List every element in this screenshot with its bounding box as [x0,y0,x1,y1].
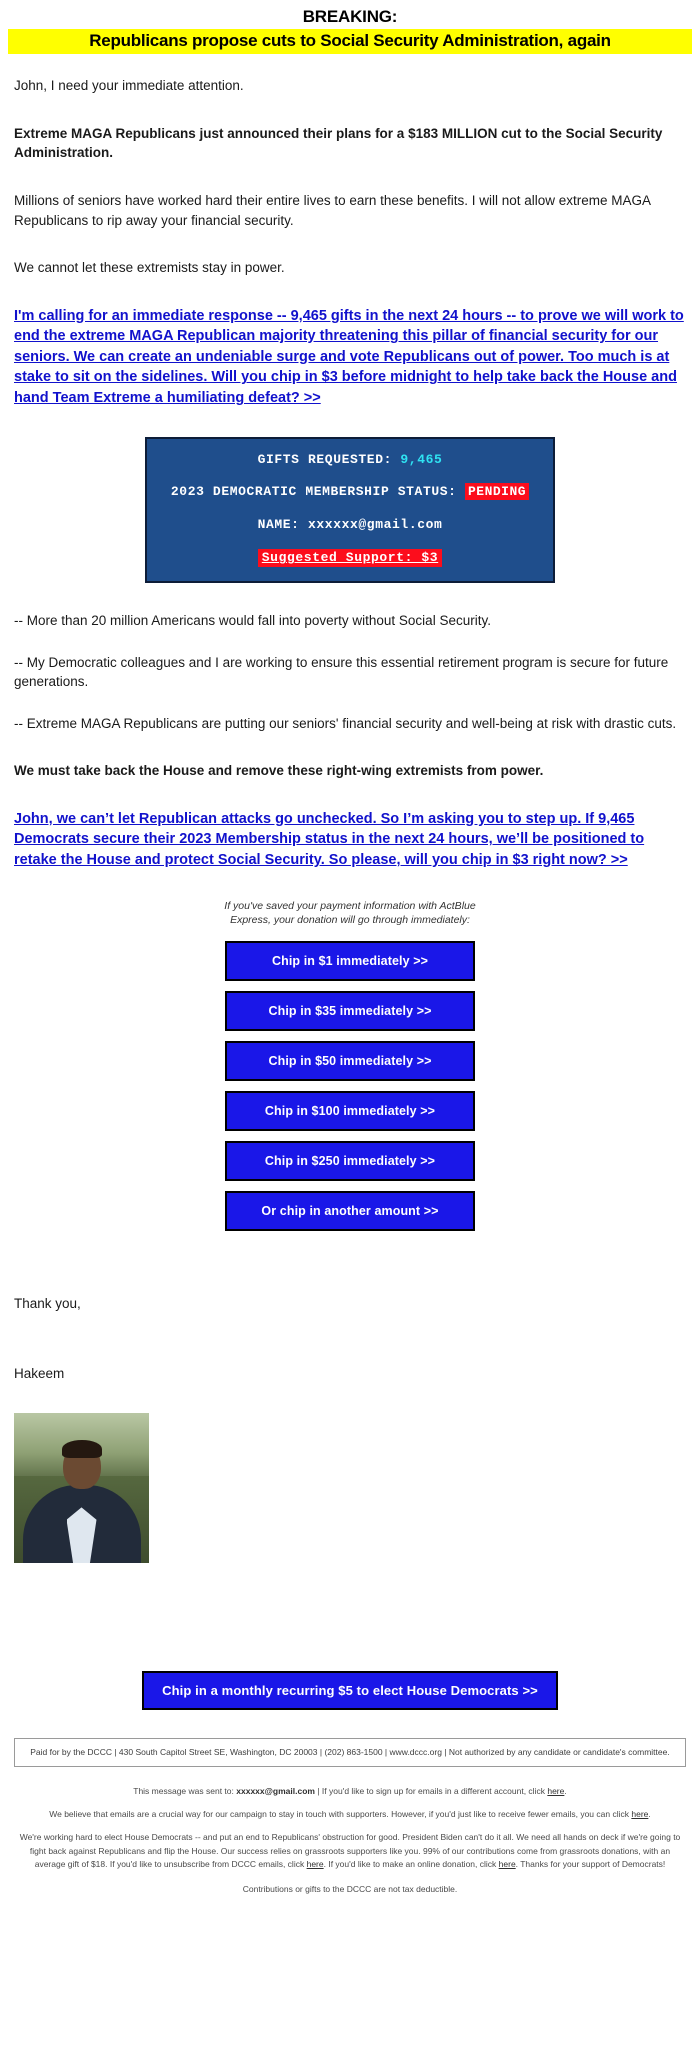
mission-text-c: . Thanks for your support of Democrats! [515,1858,666,1869]
tax-note: Contributions or gifts to the DCCC are n… [242,1883,458,1894]
sent-to-line: This message was sent to: xxxxxx@gmail.c… [14,1785,686,1798]
recurring-donation-block: Chip in a monthly recurring $5 to elect … [0,1671,700,1711]
footer-fine-print: This message was sent to: xxxxxx@gmail.c… [14,1785,686,1896]
extremists-paragraph: We cannot let these extremists stay in p… [14,260,285,276]
sent-to-period: . [564,1786,567,1797]
express-note-line-2: Express, your donation will go through i… [230,913,470,926]
fewer-emails-period: . [648,1809,651,1820]
lede-paragraph: Extreme MAGA Republicans just announced … [14,125,663,161]
photo-hair [61,1440,102,1459]
donate-button-50[interactable]: Chip in $50 immediately >> [225,1040,475,1081]
sent-to-email: xxxxxx@gmail.com [236,1786,315,1797]
signoff-block: Thank you, Hakeem [0,1294,700,1384]
seniors-paragraph: Millions of seniors have worked hard the… [14,193,651,228]
status-badge: PENDING [464,483,530,501]
sent-to-prefix: This message was sent to: [133,1786,234,1797]
fewer-emails-link[interactable]: here [631,1809,648,1819]
thank-you-text: Thank you, [14,1296,81,1312]
gifts-requested-label: GIFTS REQUESTED: [257,451,392,467]
fewer-emails-text: We believe that emails are a crucial way… [49,1809,629,1820]
membership-status-label: 2023 DEMOCRATIC MEMBERSHIP STATUS: [170,484,457,500]
sender-photo [14,1413,149,1564]
paid-for-disclaimer: Paid for by the DCCC | 430 South Capitol… [14,1738,686,1768]
recurring-donate-button[interactable]: Chip in a monthly recurring $5 to elect … [142,1671,558,1711]
different-account-link[interactable]: here [547,1786,564,1796]
gifts-requested-value: 9,465 [400,451,443,467]
bullet-colleagues: -- My Democratic colleagues and I are wo… [14,654,669,690]
suggested-support-badge: Suggested Support: $3 [257,549,443,567]
suggested-support-row: Suggested Support: $3 [157,549,543,567]
primary-ask-link[interactable]: I'm calling for an immediate response --… [14,306,686,409]
donate-button-other[interactable]: Or chip in another amount >> [225,1190,475,1231]
donate-button-100[interactable]: Chip in $100 immediately >> [225,1090,475,1131]
mission-text-b: . If you'd like to make an online donati… [323,1858,497,1869]
membership-status-box: GIFTS REQUESTED: 9,465 2023 DEMOCRATIC M… [145,436,555,583]
breaking-label: BREAKING: [302,7,398,26]
mission-block: We're working hard to elect House Democr… [14,1831,686,1871]
express-note-line-1: If you've saved your payment information… [224,899,476,912]
name-label: NAME: [257,516,300,532]
gifts-requested-row: GIFTS REQUESTED: 9,465 [157,452,543,468]
donate-button-1[interactable]: Chip in $1 immediately >> [225,940,475,981]
signature-name: Hakeem [14,1365,65,1381]
actblue-express-note: If you've saved your payment information… [0,899,700,927]
donate-button-35[interactable]: Chip in $35 immediately >> [225,990,475,1031]
unsubscribe-link[interactable]: here [307,1859,324,1869]
bullet-poverty: -- More than 20 million Americans would … [14,612,491,628]
take-back-house-paragraph: We must take back the House and remove t… [14,763,544,779]
online-donation-link[interactable]: here [499,1859,516,1869]
sent-to-suffix: | If you'd like to sign up for emails in… [317,1786,545,1797]
bullet-maga-cuts: -- Extreme MAGA Republicans are putting … [14,715,677,731]
email-page: BREAKING: Republicans propose cuts to So… [0,0,700,1914]
donation-button-stack: Chip in $1 immediately >> Chip in $35 im… [225,940,475,1231]
greeting-text: John, I need your immediate attention. [14,78,244,94]
donate-button-250[interactable]: Chip in $250 immediately >> [225,1140,475,1181]
secondary-ask-link[interactable]: John, we can’t let Republican attacks go… [14,809,686,871]
membership-status-row: 2023 DEMOCRATIC MEMBERSHIP STATUS: PENDI… [157,483,543,501]
name-row: NAME: xxxxxx@gmail.com [157,517,543,533]
headline-block: BREAKING: Republicans propose cuts to So… [0,0,700,55]
email-body: John, I need your immediate attention. E… [0,76,700,436]
name-value: xxxxxx@gmail.com [308,516,443,532]
page-title: Republicans propose cuts to Social Secur… [8,29,692,55]
fewer-emails-line: We believe that emails are a crucial way… [14,1808,686,1821]
